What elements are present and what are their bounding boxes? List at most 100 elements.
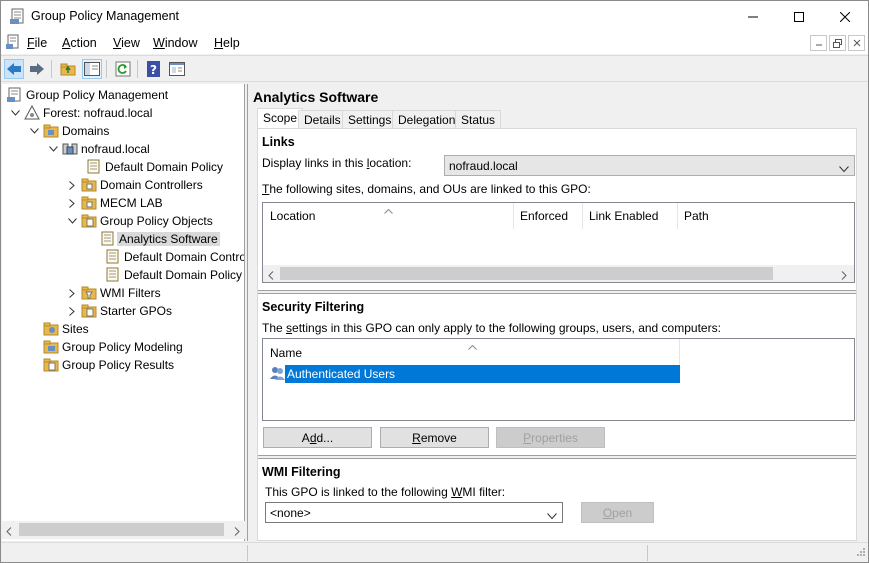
security-filtering-description: The settings in this GPO can only apply …: [262, 321, 721, 335]
tree-node-gpo-default-domain-controllers[interactable]: Default Domain Contro: [105, 248, 244, 266]
svg-text:?: ?: [150, 63, 157, 77]
help-icon: ?: [147, 61, 160, 77]
column-header-path[interactable]: Path: [684, 209, 709, 223]
minimize-button[interactable]: [730, 1, 776, 32]
properties-button[interactable]: [167, 59, 187, 79]
tree-node-mecm-lab[interactable]: MECM LAB: [67, 194, 163, 212]
scroll-right-icon[interactable]: [841, 269, 847, 283]
open-button[interactable]: Open: [581, 502, 654, 523]
tree-node-modeling[interactable]: Group Policy Modeling: [43, 338, 183, 356]
scrollbar-thumb[interactable]: [280, 267, 773, 280]
back-button[interactable]: [4, 59, 24, 79]
tab-delegation[interactable]: Delegation: [392, 110, 462, 128]
menu-view[interactable]: View: [113, 36, 140, 50]
tree-node-wmi-filters[interactable]: WMI Filters: [67, 284, 161, 302]
tab-settings[interactable]: Settings: [342, 110, 398, 128]
column-separator[interactable]: [679, 339, 680, 365]
refresh-button[interactable]: [113, 59, 133, 79]
forward-button[interactable]: [27, 59, 47, 79]
title-bar: Group Policy Management: [1, 1, 868, 32]
minimize-icon: [748, 16, 758, 17]
scroll-right-icon[interactable]: [234, 525, 240, 539]
chevron-down-icon[interactable]: [67, 216, 77, 226]
chevron-right-icon[interactable]: [67, 180, 77, 190]
tree-node-gpo-analytics-software[interactable]: Analytics Software: [100, 230, 220, 248]
tree-node-default-domain-policy-link[interactable]: Default Domain Policy: [86, 158, 223, 176]
menu-file[interactable]: File: [27, 36, 47, 50]
wmi-filter-dropdown[interactable]: <none>: [265, 502, 563, 523]
tab-details[interactable]: Details: [298, 110, 347, 128]
help-button[interactable]: ?: [144, 59, 164, 79]
users-group-icon: [269, 365, 286, 384]
authenticated-users-entry[interactable]: Authenticated Users: [285, 365, 680, 383]
gpo-link-icon: [86, 159, 102, 175]
maximize-icon: [794, 11, 804, 22]
sites-icon: [43, 321, 59, 337]
console-tree: Group Policy Management Forest: nofraud.…: [2, 84, 245, 541]
document-icon: [5, 34, 21, 51]
column-separator[interactable]: [582, 203, 583, 229]
tab-scope[interactable]: Scope: [257, 108, 304, 129]
maximize-button[interactable]: [776, 1, 822, 32]
list-item[interactable]: Authenticated Users: [269, 365, 680, 384]
modeling-icon: [43, 339, 59, 355]
chevron-right-icon[interactable]: [67, 198, 77, 208]
scrollbar-thumb[interactable]: [19, 523, 224, 536]
wmi-filter-description: This GPO is linked to the following WMI …: [265, 485, 506, 499]
tree-node-forest[interactable]: Forest: nofraud.local: [10, 104, 152, 122]
chevron-down-icon[interactable]: [29, 126, 39, 136]
add-button[interactable]: Ad d...: [263, 427, 372, 448]
chevron-right-icon[interactable]: [67, 306, 77, 316]
mdi-minimize-button[interactable]: [810, 35, 827, 51]
menu-help[interactable]: Help: [214, 36, 240, 50]
refresh-icon: [115, 61, 131, 77]
section-splitter[interactable]: [258, 455, 856, 459]
column-separator[interactable]: [513, 203, 514, 229]
tree-node-group-policy-objects[interactable]: Group Policy Objects: [67, 212, 213, 230]
properties-button[interactable]: Properties: [496, 427, 605, 448]
menu-bar: File Action View Window Help: [1, 32, 868, 54]
tree-node-domains[interactable]: Domains: [29, 122, 109, 140]
remove-button[interactable]: Remove: [380, 427, 489, 448]
pane-splitter[interactable]: [247, 84, 248, 541]
tree-horizontal-scrollbar[interactable]: [2, 521, 245, 539]
chevron-down-icon[interactable]: [10, 108, 20, 118]
status-separator: [247, 545, 248, 561]
tree-node-results[interactable]: Group Policy Results: [43, 356, 174, 374]
linked-locations-label: The following sites, domains, and OUs ar…: [262, 182, 591, 196]
location-dropdown[interactable]: nofraud.local: [444, 155, 855, 176]
gpo-icon: [100, 231, 116, 247]
tree-node-gpo-default-domain-policy[interactable]: Default Domain Policy: [105, 266, 242, 284]
column-separator[interactable]: [677, 203, 678, 229]
toolbar-separator: [106, 60, 107, 78]
column-header-enforced[interactable]: Enforced: [520, 209, 568, 223]
column-header-location[interactable]: Location: [270, 209, 315, 223]
mdi-close-button[interactable]: [848, 35, 865, 51]
chevron-right-icon[interactable]: [67, 288, 77, 298]
tree-node-root[interactable]: Group Policy Management: [7, 86, 168, 104]
menu-window[interactable]: Window: [153, 36, 197, 50]
menu-action[interactable]: Action: [62, 36, 97, 50]
tree-node-starter-gpos[interactable]: Starter GPOs: [67, 302, 172, 320]
links-list[interactable]: Location Enforced Link Enabled Path: [262, 202, 855, 283]
chevron-down-icon[interactable]: [48, 144, 58, 154]
column-header-name[interactable]: Name: [270, 346, 302, 360]
ou-folder-icon: [81, 195, 97, 211]
section-splitter[interactable]: [258, 290, 856, 294]
security-filter-list[interactable]: Name Authenticated Users: [262, 338, 855, 421]
column-header-link-enabled[interactable]: Link Enabled: [589, 209, 658, 223]
status-bar: [1, 542, 868, 562]
scroll-left-icon[interactable]: [268, 269, 274, 283]
resize-grip-icon[interactable]: [856, 546, 866, 560]
up-folder-button[interactable]: [58, 59, 78, 79]
scroll-left-icon[interactable]: [6, 525, 12, 539]
mdi-restore-button[interactable]: [829, 35, 846, 51]
tree-node-domain-controllers[interactable]: Domain Controllers: [67, 176, 203, 194]
links-horizontal-scrollbar[interactable]: [263, 265, 854, 282]
show-hide-tree-button[interactable]: [82, 59, 102, 79]
tree-node-sites[interactable]: Sites: [43, 320, 89, 338]
close-button[interactable]: [822, 1, 868, 32]
chevron-down-icon: [839, 162, 849, 176]
tree-node-domain[interactable]: nofraud.local: [48, 140, 150, 158]
tab-status[interactable]: Status: [455, 110, 502, 128]
